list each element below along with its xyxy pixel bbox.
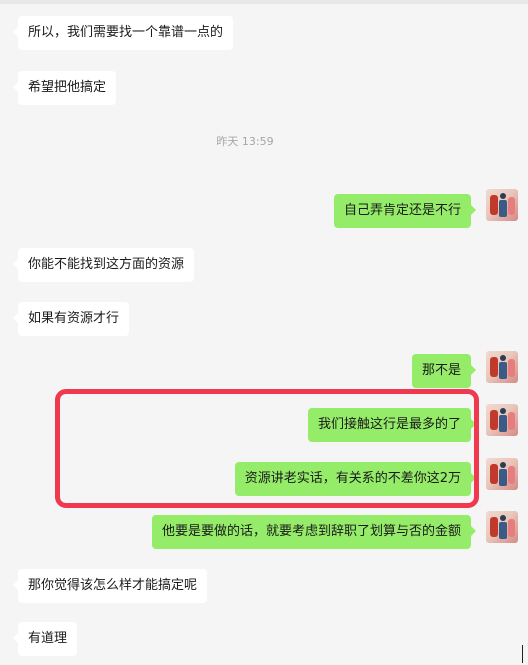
top-cropped-edge xyxy=(0,0,528,4)
incoming-message[interactable]: 如果有资源才行 xyxy=(12,302,130,336)
avatar-figure xyxy=(490,464,498,484)
avatar-figure xyxy=(499,362,507,379)
highlight-box xyxy=(55,389,479,508)
avatar-figure xyxy=(490,410,498,430)
avatar-figure xyxy=(508,466,515,484)
avatar-figure xyxy=(500,355,506,361)
user-avatar[interactable] xyxy=(486,404,518,436)
incoming-message[interactable]: 有道理 xyxy=(12,622,78,656)
avatar-figure xyxy=(508,412,515,430)
avatar-figure xyxy=(508,519,515,537)
avatar-figure xyxy=(508,197,515,215)
incoming-message[interactable]: 所以，我们需要找一个靠谱一点的 xyxy=(12,16,234,50)
user-avatar[interactable] xyxy=(486,511,518,543)
message-timestamp: 昨天 13:59 xyxy=(216,135,274,148)
avatar-figure xyxy=(490,517,498,537)
avatar-figure xyxy=(499,200,507,217)
avatar-figure xyxy=(490,357,498,377)
avatar-figure xyxy=(499,415,507,432)
avatar-figure xyxy=(500,193,506,199)
avatar-figure xyxy=(500,408,506,414)
avatar-figure xyxy=(490,195,498,215)
user-avatar[interactable] xyxy=(486,189,518,221)
avatar-figure xyxy=(499,522,507,539)
incoming-message[interactable]: 你能不能找到这方面的资源 xyxy=(12,248,195,282)
avatar-figure xyxy=(499,469,507,486)
avatar-figure xyxy=(508,359,515,377)
avatar-figure xyxy=(500,462,506,468)
text-cursor xyxy=(522,645,523,663)
avatar-figure xyxy=(500,515,506,521)
user-avatar[interactable] xyxy=(486,458,518,490)
incoming-message[interactable]: 希望把他搞定 xyxy=(12,71,117,105)
outgoing-message[interactable]: 自己弄肯定还是不行 xyxy=(333,194,477,228)
incoming-message[interactable]: 那你觉得该怎么样才能搞定呢 xyxy=(12,569,208,603)
outgoing-message[interactable]: 他要是要做的话，就要考虑到辞职了划算与否的金额 xyxy=(151,515,477,549)
outgoing-message[interactable]: 那不是 xyxy=(411,354,477,388)
user-avatar[interactable] xyxy=(486,351,518,383)
